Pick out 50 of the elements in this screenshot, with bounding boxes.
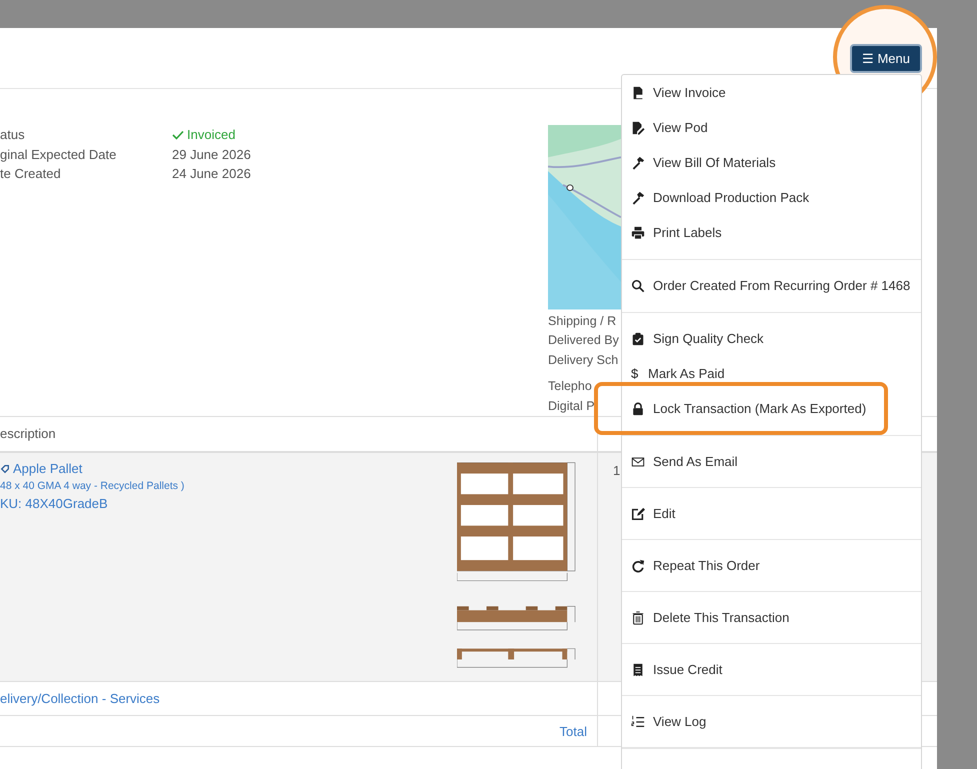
menu-button[interactable]: ☰ Menu [850,44,922,72]
menu-item[interactable]: Issue Credit [622,644,921,696]
table-cell-text: 1 [613,462,620,478]
signed-file-icon [631,120,645,134]
field-label: te Created [0,166,62,182]
pdf-file-icon [631,86,645,100]
tag-icon [0,462,10,474]
menu-item[interactable]: View Invoice [622,75,921,110]
hammer-icon [631,156,645,170]
search-icon [631,278,645,292]
menu-item[interactable]: View Bill Of Materials [622,145,921,180]
hammer-icon [631,190,645,204]
menu-item[interactable]: Delete This Transaction [622,592,921,644]
menu-item[interactable]: Order Created From Recurring Order # 1468 [622,268,921,303]
product-sku: KU: 48X40GradeB [0,496,108,511]
field-label: Telepho [548,378,592,395]
field-label: atus [0,127,26,142]
menu-item[interactable]: Download Production Pack [622,180,921,215]
redo-icon [631,558,645,572]
lock-icon [631,402,645,416]
menu-item[interactable]: Repeat This Order [622,540,921,592]
field-label: Digital P [548,398,595,415]
check-icon [172,130,184,140]
printer-icon [631,226,645,240]
field-value: 29 June 2026 [172,146,251,162]
total-label: Total [560,724,587,738]
menu-item[interactable]: Send As Email [622,436,921,488]
receipt-icon [631,662,645,676]
service-link[interactable]: elivery/Collection - Services [0,682,598,715]
clipboard-check-icon [631,332,645,346]
field-label: Delivered By [548,332,619,349]
field-value: 24 June 2026 [172,166,251,182]
column-header: escription [0,417,598,451]
menu-item[interactable]: View Log [622,696,921,748]
edit-icon [631,506,645,520]
field-label: Delivery Sch [548,352,618,369]
menu-item[interactable]: View Pod [622,110,921,145]
product-detail: 48 x 40 GMA 4 way - Recycled Pallets ) [0,480,184,492]
field-label: ginal Expected Date [0,146,118,162]
menu-item[interactable]: Edit [622,488,921,540]
envelope-icon [631,454,645,468]
field-label: Shipping / R [548,312,616,330]
product-link[interactable]: Apple Pallet [0,461,82,476]
numbered-list-icon [631,714,645,728]
menu-item[interactable]: Print Labels [622,215,921,250]
status-value: Invoiced [172,127,236,142]
trash-icon [631,610,645,624]
menu-item[interactable]: $ Mark As Paid [622,356,921,391]
menu-item[interactable]: Sign Quality Check [622,321,921,356]
menu-item[interactable]: Lock Transaction (Mark As Exported) [622,391,921,426]
